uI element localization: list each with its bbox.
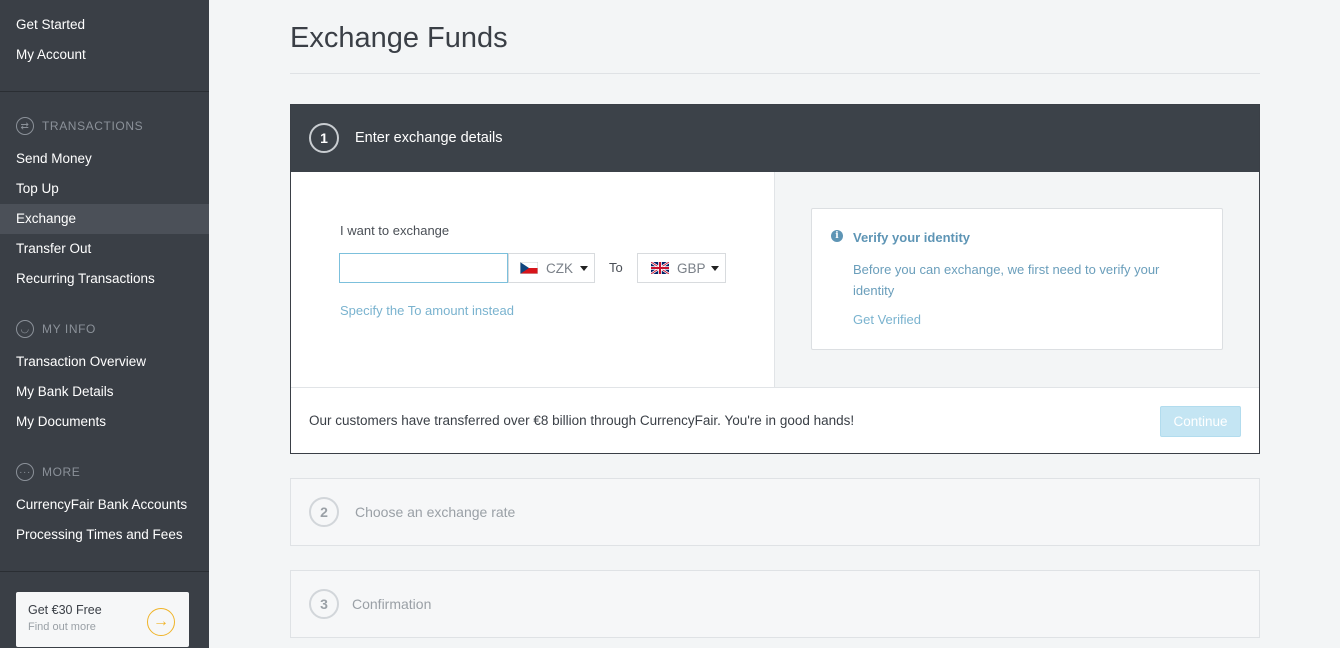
verify-text: Before you can exchange, we first need t… [853,262,1160,298]
verify-title: Verify your identity [853,230,971,245]
sidebar-item-currencyfair-bank-accounts[interactable]: CurrencyFair Bank Accounts [0,490,209,520]
promo-card[interactable]: Get €30 Free Find out more → [16,592,189,647]
want-to-exchange-label: I want to exchange [340,223,450,238]
sidebar-item-get-started[interactable]: Get Started [0,10,209,40]
step-2-label: Choose an exchange rate [355,504,516,520]
exchange-form: I want to exchange CZK To GBP Specify th… [291,172,775,387]
to-label: To [609,260,623,275]
sidebar-item-transaction-overview[interactable]: Transaction Overview [0,347,209,377]
specify-to-amount-link[interactable]: Specify the To amount instead [340,303,514,318]
to-currency-select[interactable]: GBP [637,253,726,283]
sidebar: Get Started My Account ⇄ TRANSACTIONS Se… [0,0,209,648]
step-3-label: Confirmation [352,596,432,612]
sidebar-item-my-account[interactable]: My Account [0,40,209,70]
user-icon: ◡ [16,320,34,338]
step-1-label: Enter exchange details [355,130,503,146]
step-2-number: 2 [309,497,339,527]
sidebar-divider [0,571,209,572]
section-transactions: ⇄ TRANSACTIONS [16,116,143,136]
step-1-number: 1 [309,123,339,153]
step-1-footer: Our customers have transferred over €8 b… [291,387,1259,453]
verify-identity-box: i Verify your identity Before you can ex… [811,208,1223,350]
step-2-panel[interactable]: 2 Choose an exchange rate [290,478,1260,546]
sidebar-divider [0,91,209,92]
sidebar-item-send-money[interactable]: Send Money [0,144,209,174]
section-more-title: MORE [42,465,81,479]
title-divider [290,73,1260,74]
exchange-arrows-icon: ⇄ [16,117,34,135]
page-title: Exchange Funds [290,22,508,54]
caret-down-icon [580,266,588,271]
section-my-info: ◡ MY INFO [16,319,96,339]
step-1-panel: 1 Enter exchange details I want to excha… [290,104,1260,454]
step-1-header: 1 Enter exchange details [291,105,1259,172]
section-transactions-title: TRANSACTIONS [42,119,144,133]
trust-message: Our customers have transferred over €8 b… [309,413,855,428]
from-currency-select[interactable]: CZK [508,253,595,283]
verify-pane: i Verify your identity Before you can ex… [775,172,1259,387]
step-3-panel[interactable]: 3 Confirmation [290,570,1260,638]
sidebar-item-recurring-transactions[interactable]: Recurring Transactions [0,264,209,294]
amount-input[interactable] [339,253,508,283]
czech-flag-icon [520,262,538,274]
sidebar-item-top-up[interactable]: Top Up [0,174,209,204]
section-more: ··· MORE [16,462,80,482]
sidebar-item-transfer-out[interactable]: Transfer Out [0,234,209,264]
uk-flag-icon [651,262,669,274]
sidebar-item-exchange[interactable]: Exchange [0,204,209,234]
ellipsis-icon: ··· [16,463,34,481]
step-3-number: 3 [309,589,339,619]
caret-down-icon [711,266,719,271]
sidebar-item-my-bank-details[interactable]: My Bank Details [0,377,209,407]
continue-button[interactable]: Continue [1160,406,1241,437]
get-verified-link[interactable]: Get Verified [853,312,921,327]
arrow-right-icon[interactable]: → [147,608,175,636]
sidebar-item-my-documents[interactable]: My Documents [0,407,209,437]
section-my-info-title: MY INFO [42,322,96,336]
sidebar-item-processing-times-fees[interactable]: Processing Times and Fees [0,520,209,550]
info-icon: i [831,230,843,242]
from-currency-value: CZK [546,260,573,276]
to-currency-value: GBP [677,260,706,276]
